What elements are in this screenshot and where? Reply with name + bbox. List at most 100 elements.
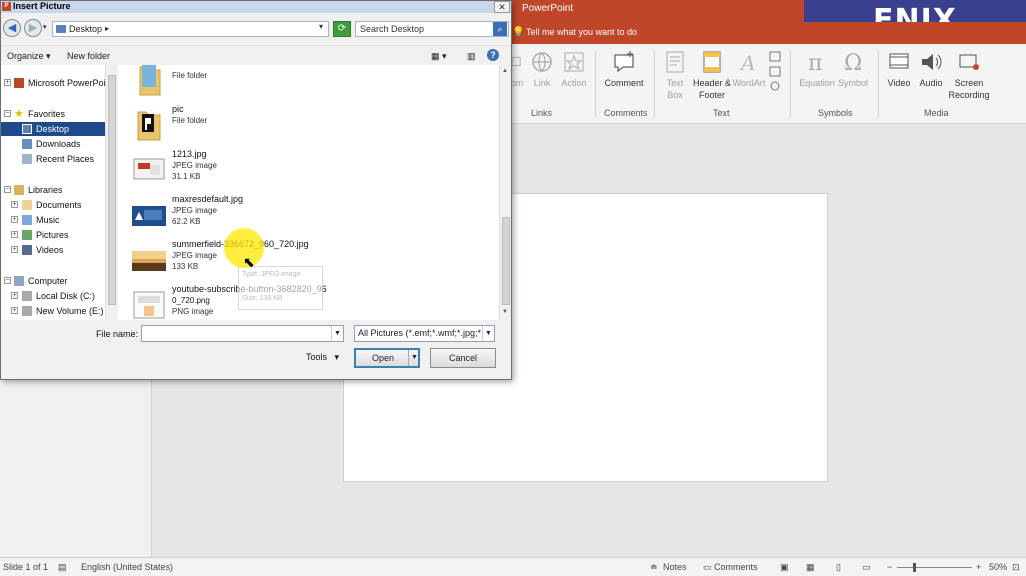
- reading-view-icon[interactable]: ▯: [836, 562, 841, 573]
- fit-slide-icon[interactable]: ⊡: [1012, 562, 1020, 573]
- group-separator: [595, 50, 596, 118]
- equation-button[interactable]: π Equation: [798, 50, 836, 89]
- nav-item-downloads[interactable]: Downloads: [1, 137, 105, 151]
- folder-icon: [56, 25, 66, 33]
- comments-button[interactable]: Comments: [714, 562, 758, 572]
- view-options-icon[interactable]: ▦ ▾: [431, 51, 447, 62]
- list-item[interactable]: maxresdefault.jpg JPEG image 62.2 KB: [130, 194, 490, 238]
- notes-icon: ≐: [650, 562, 658, 572]
- list-item[interactable]: File folder: [130, 65, 490, 103]
- star-icon: ★: [14, 108, 24, 120]
- zoom-out-button[interactable]: −: [887, 562, 892, 572]
- notes-button[interactable]: Notes: [663, 562, 687, 572]
- status-bar: Slide 1 of 1 ▤ English (United States) ≐…: [0, 557, 1026, 576]
- open-dropdown-arrow[interactable]: ▼: [408, 350, 420, 366]
- comment-button[interactable]: Comment: [602, 50, 646, 89]
- nav-item-documents[interactable]: + Documents: [1, 198, 105, 212]
- expander-icon[interactable]: +: [11, 216, 18, 223]
- new-folder-button[interactable]: New folder: [67, 51, 110, 61]
- videos-icon: [22, 245, 32, 255]
- insert-picture-dialog: P Insert Picture ✕ ◀ ▶ ▾ Desktop ▸ ▾ ⟳ S…: [0, 0, 512, 380]
- zoom-slider-thumb[interactable]: [913, 563, 916, 572]
- scrollbar-thumb[interactable]: [502, 217, 510, 305]
- chevron-down-icon[interactable]: ▼: [331, 326, 343, 341]
- symbol-button[interactable]: Ω Symbol: [836, 50, 870, 89]
- preview-pane-icon[interactable]: ▥: [467, 51, 476, 62]
- address-bar[interactable]: Desktop ▸: [52, 21, 329, 37]
- nav-item-pictures[interactable]: + Pictures: [1, 228, 105, 242]
- file-type-filter[interactable]: All Pictures (*.emf;*.wmf;*.jpg;* ▼: [354, 325, 495, 342]
- zoom-slider-track[interactable]: [897, 567, 972, 568]
- back-button[interactable]: ◀: [3, 19, 21, 37]
- slideshow-icon[interactable]: ▭: [862, 562, 871, 573]
- forward-button[interactable]: ▶: [24, 19, 42, 37]
- expander-icon[interactable]: −: [4, 186, 11, 193]
- expander-icon[interactable]: −: [4, 277, 11, 284]
- nav-item-local-disk[interactable]: + Local Disk (C:): [1, 289, 105, 303]
- nav-item-favorites[interactable]: − ★ Favorites: [1, 107, 105, 121]
- video-button[interactable]: Video: [884, 50, 914, 89]
- svg-text:Ω: Ω: [844, 51, 862, 74]
- expander-icon[interactable]: +: [11, 292, 18, 299]
- chevron-right-icon[interactable]: ▸: [105, 22, 109, 36]
- organize-button[interactable]: Organize ▾: [7, 51, 51, 62]
- file-name-input[interactable]: ▼: [141, 325, 344, 342]
- zoom-level[interactable]: 50%: [989, 562, 1007, 572]
- list-item[interactable]: 1213.jpg JPEG image 31.1 KB: [130, 149, 490, 193]
- nav-label: New Volume (E:): [36, 306, 104, 316]
- expander-icon[interactable]: +: [11, 231, 18, 238]
- nav-item-desktop[interactable]: Desktop: [1, 122, 105, 136]
- file-name-label: File name:: [96, 329, 139, 339]
- refresh-button[interactable]: ⟳: [333, 21, 351, 37]
- nav-item-videos[interactable]: + Videos: [1, 243, 105, 257]
- expander-icon[interactable]: +: [11, 246, 18, 253]
- link-button[interactable]: Link: [528, 50, 556, 89]
- list-item[interactable]: pic File folder: [130, 104, 490, 148]
- scroll-up-icon[interactable]: ▲: [502, 68, 508, 74]
- language-indicator[interactable]: English (United States): [81, 562, 173, 572]
- wordart-icon: A: [739, 51, 755, 74]
- screen-recording-button[interactable]: Screen Recording: [946, 50, 992, 101]
- nav-item-libraries[interactable]: − Libraries: [1, 183, 105, 197]
- address-history-dropdown[interactable]: ▾: [319, 22, 323, 31]
- expander-icon[interactable]: +: [4, 79, 11, 86]
- nav-item-recent-places[interactable]: Recent Places: [1, 152, 105, 166]
- expander-icon[interactable]: +: [11, 201, 18, 208]
- search-input[interactable]: Search Desktop ⌕: [355, 21, 509, 37]
- file-list-scrollbar[interactable]: ▲ ▼: [499, 65, 511, 320]
- text-extra-buttons[interactable]: [768, 50, 782, 97]
- audio-button[interactable]: Audio: [916, 50, 946, 89]
- action-button[interactable]: Action: [558, 50, 590, 89]
- close-button[interactable]: ✕: [494, 1, 510, 13]
- text-box-button[interactable]: Text Box: [660, 50, 690, 101]
- expander-icon[interactable]: −: [4, 110, 11, 117]
- recent-locations-dropdown[interactable]: ▾: [43, 23, 47, 31]
- normal-view-icon[interactable]: ▣: [780, 562, 789, 573]
- navigation-scrollbar[interactable]: [105, 65, 117, 320]
- cancel-button[interactable]: Cancel: [430, 348, 496, 368]
- nav-item-computer[interactable]: − Computer: [1, 274, 105, 288]
- search-icon[interactable]: ⌕: [493, 22, 507, 36]
- tell-me-search[interactable]: 💡 Tell me what you want to do: [512, 27, 637, 38]
- group-separator: [790, 50, 791, 118]
- chevron-down-icon[interactable]: ▼: [482, 326, 494, 341]
- zoom-in-button[interactable]: +: [976, 562, 981, 572]
- nav-item-new-volume[interactable]: + New Volume (E:): [1, 304, 105, 318]
- dialog-title-bar[interactable]: P Insert Picture ✕: [1, 1, 511, 13]
- open-button[interactable]: Open ▼: [354, 348, 420, 368]
- header-footer-button[interactable]: Header & Footer: [692, 50, 732, 101]
- file-type-filter-value: All Pictures (*.emf;*.wmf;*.jpg;*: [358, 328, 482, 338]
- libraries-icon: [14, 185, 24, 195]
- expander-icon[interactable]: +: [11, 307, 18, 314]
- slide-sorter-icon[interactable]: ▦: [806, 562, 815, 573]
- nav-item-music[interactable]: + Music: [1, 213, 105, 227]
- action-label: Action: [561, 78, 587, 88]
- group-separator: [654, 50, 655, 118]
- help-icon[interactable]: ?: [487, 49, 499, 61]
- spell-check-icon[interactable]: ▤: [58, 562, 67, 573]
- scroll-down-icon[interactable]: ▼: [502, 309, 508, 315]
- scrollbar-thumb[interactable]: [108, 75, 116, 305]
- nav-item-powerpoint[interactable]: + Microsoft PowerPoint: [1, 76, 113, 90]
- tools-button[interactable]: Tools ▾: [306, 352, 339, 363]
- wordart-button[interactable]: A WordArt: [732, 50, 766, 89]
